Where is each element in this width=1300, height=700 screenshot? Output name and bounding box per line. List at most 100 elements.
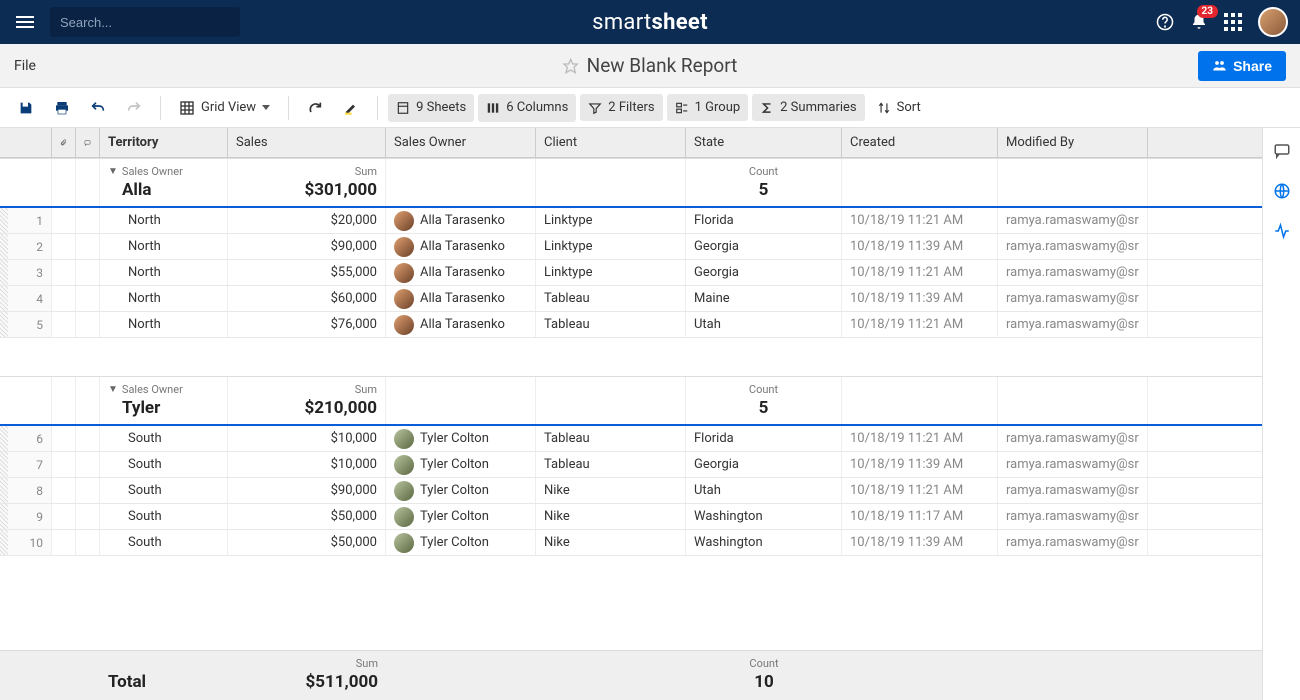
cell-created[interactable]: 10/18/19 11:39 AM xyxy=(842,452,998,477)
row-number[interactable]: 9 xyxy=(0,504,52,529)
cell-modifiedby[interactable]: ramya.ramaswamy@sr xyxy=(998,312,1148,337)
search-input[interactable] xyxy=(60,15,236,30)
table-row[interactable]: 9 South $50,000 Tyler Colton Nike Washin… xyxy=(0,504,1262,530)
row-number[interactable]: 5 xyxy=(0,312,52,337)
cell-sales[interactable]: $10,000 xyxy=(228,452,386,477)
cell-sales[interactable]: $90,000 xyxy=(228,478,386,503)
cell-modifiedby[interactable]: ramya.ramaswamy@sr xyxy=(998,286,1148,311)
group-selector[interactable]: 1 Group xyxy=(667,94,749,121)
cell-created[interactable]: 10/18/19 11:21 AM xyxy=(842,208,998,233)
row-number[interactable]: 8 xyxy=(0,478,52,503)
cell-sales[interactable]: $90,000 xyxy=(228,234,386,259)
columns-selector[interactable]: 6 Columns xyxy=(478,94,576,122)
territory-header[interactable]: Territory xyxy=(100,128,228,157)
row-number[interactable]: 3 xyxy=(0,260,52,285)
row-attach[interactable] xyxy=(52,426,76,451)
row-comment[interactable] xyxy=(76,312,100,337)
cell-created[interactable]: 10/18/19 11:39 AM xyxy=(842,286,998,311)
cell-territory[interactable]: North xyxy=(100,312,228,337)
cell-owner[interactable]: Alla Tarasenko xyxy=(386,208,536,233)
cell-state[interactable]: Florida xyxy=(686,208,842,233)
view-switcher[interactable]: Grid View xyxy=(171,94,278,122)
cell-owner[interactable]: Tyler Colton xyxy=(386,426,536,451)
cell-modifiedby[interactable]: ramya.ramaswamy@sr xyxy=(998,260,1148,285)
row-attach[interactable] xyxy=(52,312,76,337)
cell-owner[interactable]: Tyler Colton xyxy=(386,504,536,529)
row-comment[interactable] xyxy=(76,478,100,503)
cell-sales[interactable]: $60,000 xyxy=(228,286,386,311)
cell-created[interactable]: 10/18/19 11:39 AM xyxy=(842,530,998,555)
cell-state[interactable]: Utah xyxy=(686,478,842,503)
cell-created[interactable]: 10/18/19 11:21 AM xyxy=(842,312,998,337)
row-number[interactable]: 6 xyxy=(0,426,52,451)
cell-state[interactable]: Georgia xyxy=(686,452,842,477)
cell-client[interactable]: Tableau xyxy=(536,286,686,311)
attachments-header[interactable] xyxy=(52,128,76,157)
table-row[interactable]: 7 South $10,000 Tyler Colton Tableau Geo… xyxy=(0,452,1262,478)
row-comment[interactable] xyxy=(76,530,100,555)
cell-state[interactable]: Washington xyxy=(686,530,842,555)
table-row[interactable]: 5 North $76,000 Alla Tarasenko Tableau U… xyxy=(0,312,1262,338)
cell-modifiedby[interactable]: ramya.ramaswamy@sr xyxy=(998,426,1148,451)
activity-icon[interactable] xyxy=(1273,222,1291,244)
cell-client[interactable]: Linktype xyxy=(536,260,686,285)
cell-client[interactable]: Nike xyxy=(536,478,686,503)
row-number[interactable]: 4 xyxy=(0,286,52,311)
user-avatar[interactable] xyxy=(1258,7,1288,37)
cell-sales[interactable]: $55,000 xyxy=(228,260,386,285)
comments-header[interactable] xyxy=(76,128,100,157)
cell-territory[interactable]: South xyxy=(100,426,228,451)
cell-client[interactable]: Tableau xyxy=(536,452,686,477)
sales-header[interactable]: Sales xyxy=(228,128,386,157)
created-header[interactable]: Created xyxy=(842,128,998,157)
cell-client[interactable]: Linktype xyxy=(536,234,686,259)
cell-modifiedby[interactable]: ramya.ramaswamy@sr xyxy=(998,478,1148,503)
cell-modifiedby[interactable]: ramya.ramaswamy@sr xyxy=(998,530,1148,555)
cell-modifiedby[interactable]: ramya.ramaswamy@sr xyxy=(998,208,1148,233)
cell-client[interactable]: Tableau xyxy=(536,312,686,337)
cell-created[interactable]: 10/18/19 11:21 AM xyxy=(842,260,998,285)
undo-button[interactable] xyxy=(82,94,114,122)
row-number[interactable]: 7 xyxy=(0,452,52,477)
cell-owner[interactable]: Tyler Colton xyxy=(386,452,536,477)
notifications-icon[interactable]: 23 xyxy=(1190,13,1208,31)
row-number[interactable]: 2 xyxy=(0,234,52,259)
favorite-icon[interactable] xyxy=(563,58,579,74)
cell-client[interactable]: Linktype xyxy=(536,208,686,233)
table-row[interactable]: 6 South $10,000 Tyler Colton Tableau Flo… xyxy=(0,426,1262,452)
row-attach[interactable] xyxy=(52,478,76,503)
apps-icon[interactable] xyxy=(1224,13,1242,31)
cell-client[interactable]: Nike xyxy=(536,530,686,555)
save-button[interactable] xyxy=(10,94,42,122)
cell-owner[interactable]: Alla Tarasenko xyxy=(386,260,536,285)
highlight-button[interactable] xyxy=(335,94,367,122)
cell-territory[interactable]: South xyxy=(100,452,228,477)
help-icon[interactable] xyxy=(1156,13,1174,31)
cell-state[interactable]: Florida xyxy=(686,426,842,451)
cell-owner[interactable]: Alla Tarasenko xyxy=(386,234,536,259)
row-comment[interactable] xyxy=(76,234,100,259)
cell-modifiedby[interactable]: ramya.ramaswamy@sr xyxy=(998,452,1148,477)
cell-state[interactable]: Maine xyxy=(686,286,842,311)
row-attach[interactable] xyxy=(52,286,76,311)
report-title[interactable]: New Blank Report xyxy=(587,54,738,77)
cell-territory[interactable]: North xyxy=(100,208,228,233)
row-attach[interactable] xyxy=(52,530,76,555)
group-header[interactable]: ▼Sales Owner Sum Count Tyler $210,000 5 xyxy=(0,376,1262,426)
row-comment[interactable] xyxy=(76,208,100,233)
rownum-header[interactable] xyxy=(0,128,52,157)
refresh-button[interactable] xyxy=(299,94,331,122)
row-comment[interactable] xyxy=(76,452,100,477)
table-row[interactable]: 10 South $50,000 Tyler Colton Nike Washi… xyxy=(0,530,1262,556)
share-button[interactable]: Share xyxy=(1198,51,1286,81)
cell-modifiedby[interactable]: ramya.ramaswamy@sr xyxy=(998,504,1148,529)
cell-territory[interactable]: South xyxy=(100,504,228,529)
menu-icon[interactable] xyxy=(12,12,38,32)
cell-sales[interactable]: $76,000 xyxy=(228,312,386,337)
cell-territory[interactable]: North xyxy=(100,234,228,259)
row-attach[interactable] xyxy=(52,260,76,285)
cell-client[interactable]: Tableau xyxy=(536,426,686,451)
file-menu[interactable]: File xyxy=(14,58,36,74)
cell-created[interactable]: 10/18/19 11:21 AM xyxy=(842,478,998,503)
cell-territory[interactable]: North xyxy=(100,286,228,311)
